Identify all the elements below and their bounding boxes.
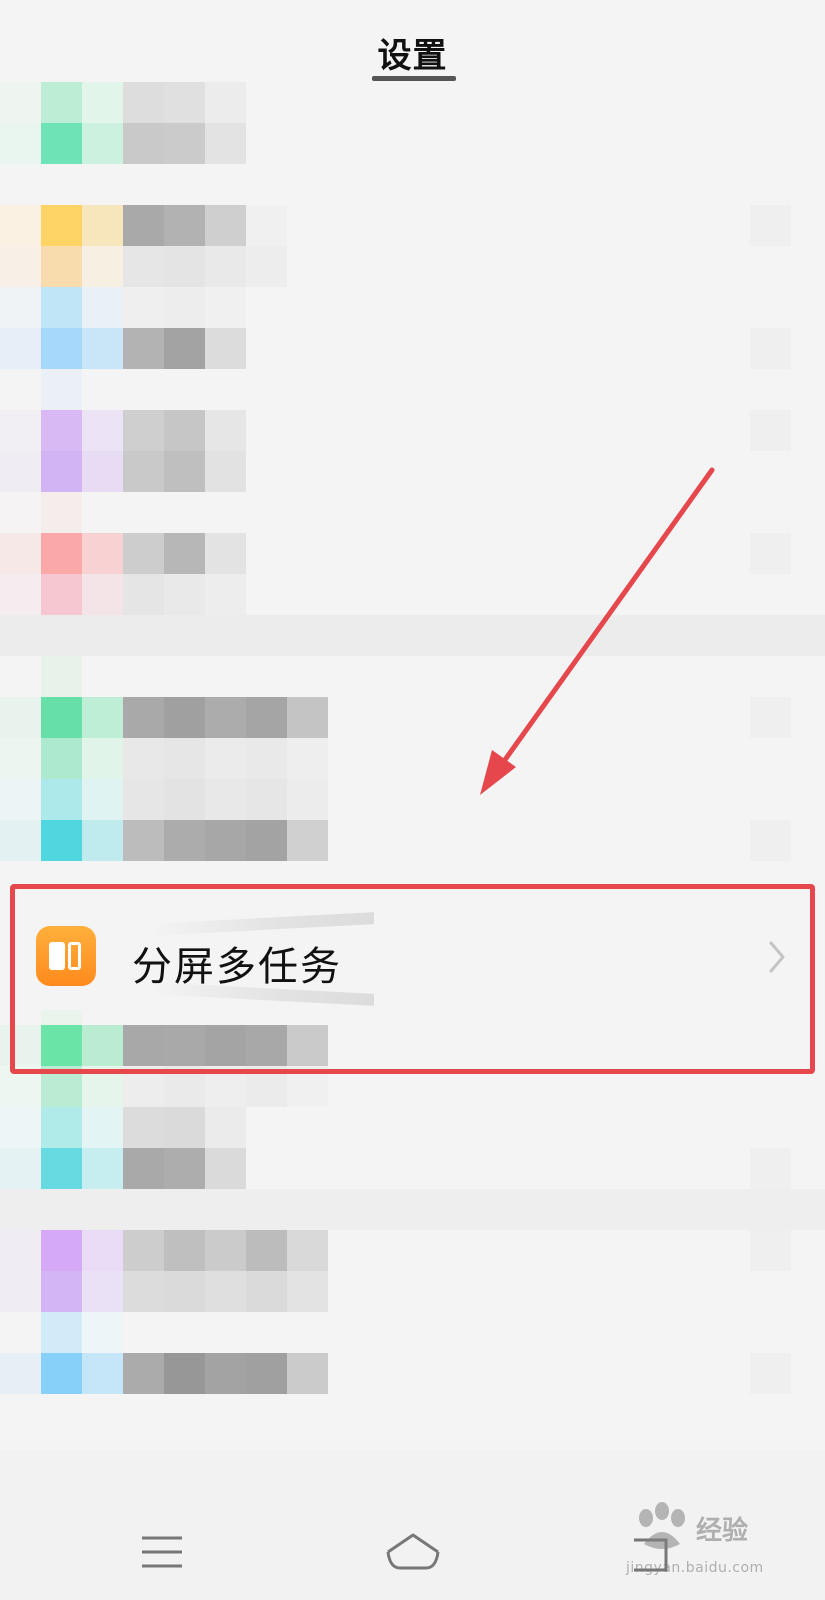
home-icon[interactable] xyxy=(380,1528,446,1578)
chevron-right-icon xyxy=(769,941,785,973)
baidu-jingyan-watermark: 经验 jingyan.baidu.com xyxy=(626,1500,796,1590)
split-screen-icon xyxy=(36,926,96,986)
header: 设置 xyxy=(0,0,825,86)
watermark-main-text: 经验 xyxy=(696,1516,749,1546)
paw-logo-icon xyxy=(639,1502,685,1549)
title-underline xyxy=(372,76,456,81)
page-title: 设置 xyxy=(377,36,448,76)
menu-icon[interactable] xyxy=(132,1528,192,1578)
split-screen-multitask-row[interactable] xyxy=(0,878,825,1010)
split-screen-label: 分屏多任务 xyxy=(132,944,342,990)
pixelated-settings-list xyxy=(0,82,825,1422)
watermark-url: jingyan.baidu.com xyxy=(626,1560,764,1576)
